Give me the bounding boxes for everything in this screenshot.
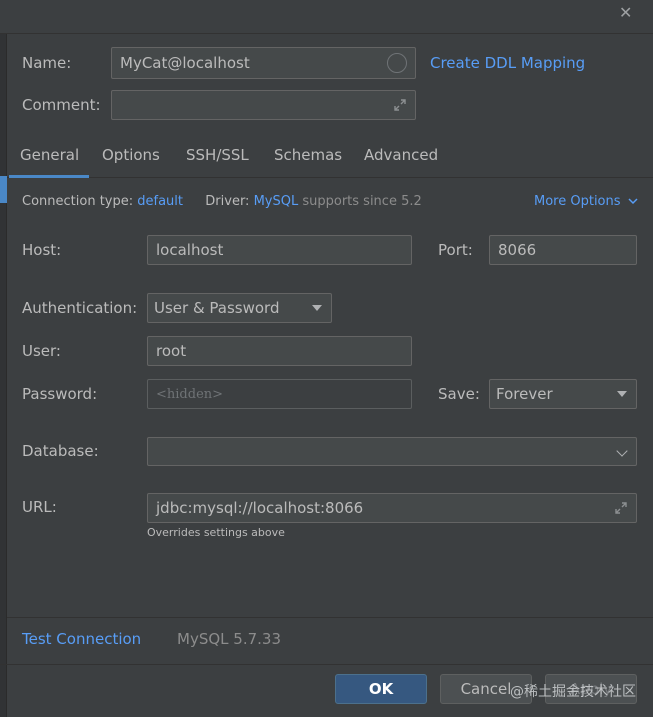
authentication-value: User & Password [154,299,280,317]
close-icon[interactable]: ✕ [619,5,633,21]
tab-schemas[interactable]: Schemas [274,146,342,164]
left-panel-edge [0,34,7,717]
password-label: Password: [22,385,98,403]
database-label: Database: [22,442,99,460]
save-value: Forever [496,385,553,403]
more-options-link[interactable]: More Options [534,194,638,209]
comment-label: Comment: [22,96,101,114]
user-input[interactable]: root [147,336,412,366]
name-value: MyCat@localhost [120,54,250,72]
host-label: Host: [22,241,62,259]
port-label: Port: [438,241,473,259]
tab-options[interactable]: Options [102,146,160,164]
server-version: MySQL 5.7.33 [177,630,281,648]
expand-icon[interactable] [614,501,628,515]
driver-link[interactable]: MySQL [254,194,299,209]
save-label: Save: [438,385,480,403]
test-connection-link[interactable]: Test Connection [22,630,141,648]
color-circle-icon[interactable] [387,53,407,73]
ok-button[interactable]: OK [335,674,427,704]
connection-type-label: Connection type: [22,194,134,209]
active-tab-indicator [9,175,89,178]
create-ddl-mapping-link[interactable]: Create DDL Mapping [430,54,585,72]
footer-divider [7,617,653,618]
watermark: @稀土掘金技术社区 [510,684,636,700]
tab-ssh-ssl[interactable]: SSH/SSL [186,146,249,164]
selected-item-marker [0,176,7,203]
database-select[interactable] [147,437,637,466]
name-input[interactable]: MyCat@localhost [111,47,416,79]
url-label: URL: [22,498,57,516]
authentication-label: Authentication: [22,299,138,317]
authentication-select[interactable]: User & Password [147,293,332,323]
driver-support-text: supports since 5.2 [302,194,422,209]
chevron-down-icon [628,198,638,205]
driver-label: Driver: [205,194,250,209]
user-label: User: [22,342,61,360]
dropdown-caret-icon [312,305,322,311]
connection-type-link[interactable]: default [137,194,183,209]
save-select[interactable]: Forever [489,379,637,409]
password-input[interactable]: <hidden> [147,379,412,409]
host-input[interactable]: localhost [147,235,412,265]
more-options-label: More Options [534,194,621,209]
buttons-divider [0,664,653,665]
comment-field[interactable] [111,90,416,120]
url-hint: Overrides settings above [147,526,285,539]
tab-general[interactable]: General [20,146,79,164]
tab-advanced[interactable]: Advanced [364,146,438,164]
title-bar [0,0,653,34]
chevron-down-icon [616,444,628,457]
expand-icon[interactable] [393,98,407,112]
dropdown-caret-icon [617,391,627,397]
port-input[interactable]: 8066 [489,235,637,265]
connection-info: Connection type: default Driver: MySQL s… [22,194,422,209]
url-input[interactable]: jdbc:mysql://localhost:8066 [147,493,637,523]
url-value: jdbc:mysql://localhost:8066 [156,499,364,517]
name-label: Name: [22,54,72,72]
